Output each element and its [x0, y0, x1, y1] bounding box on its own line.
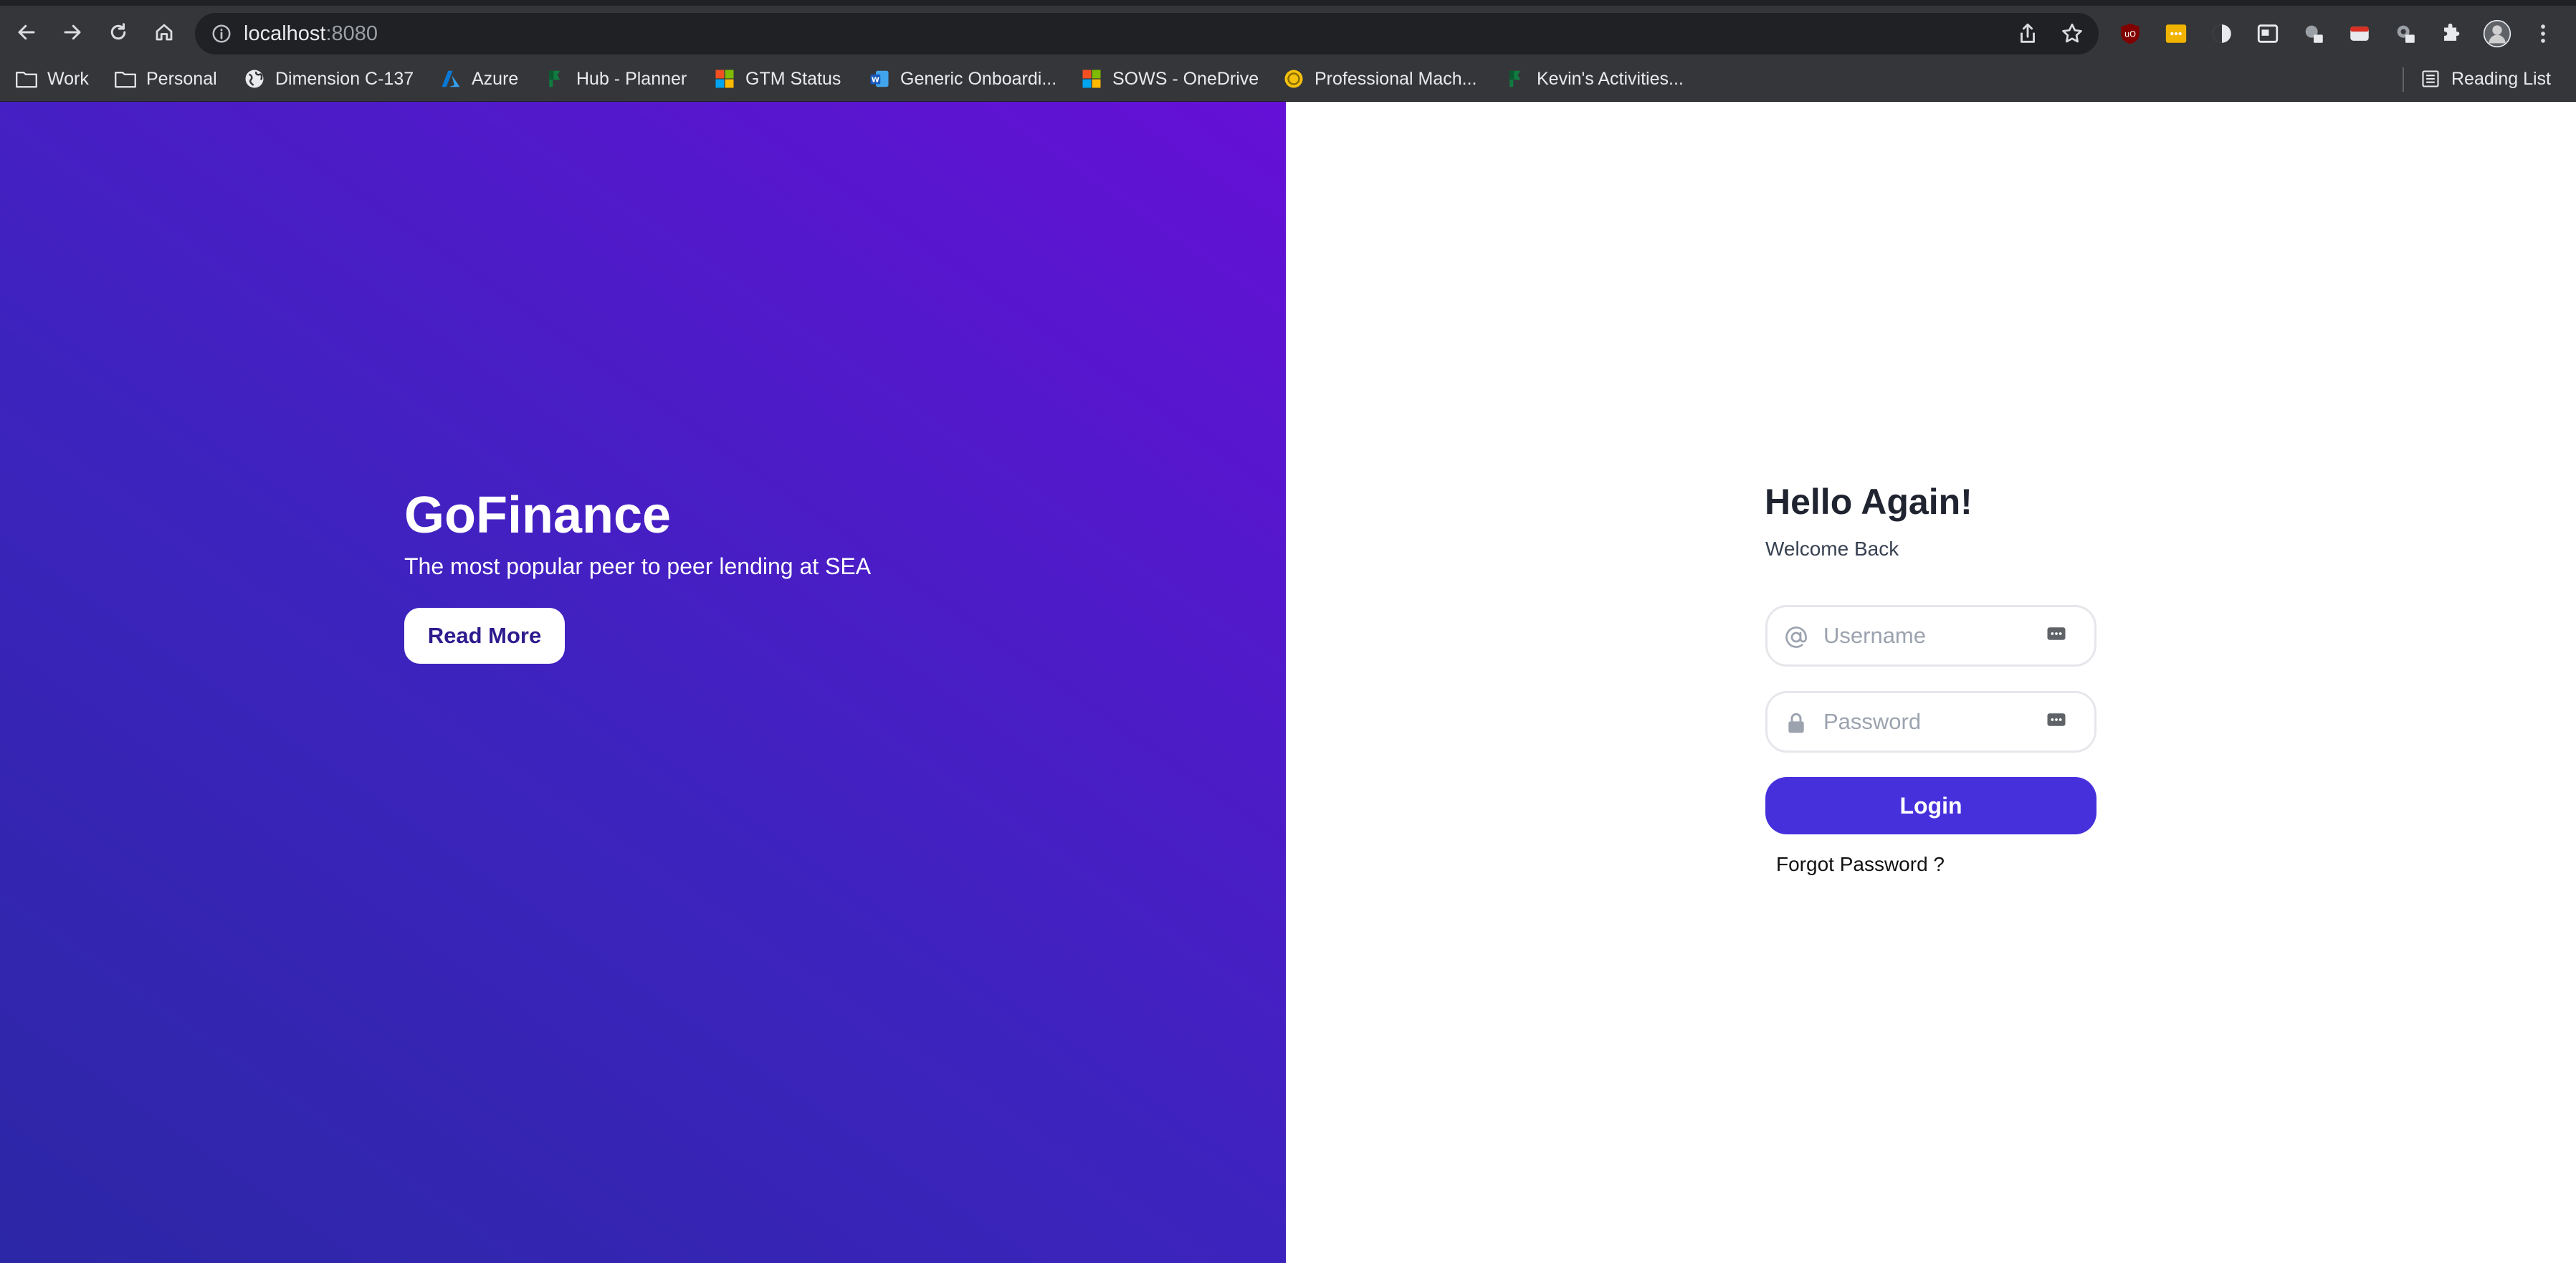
yellow-extension-icon[interactable] [2162, 19, 2190, 48]
forgot-password-link[interactable]: Forgot Password ? [1776, 852, 1945, 877]
login-button[interactable]: Login [1765, 777, 2096, 834]
microsoft-icon [1081, 68, 1102, 90]
star-icon[interactable] [2060, 22, 2084, 46]
url-text[interactable]: localhost:8080 [244, 23, 378, 44]
bookmark-label: GTM Status [745, 68, 841, 89]
password-manager-icon[interactable] [2046, 623, 2067, 644]
back-button[interactable] [10, 16, 43, 49]
bookmark-label: Hub - Planner [576, 68, 687, 89]
folder-icon [16, 68, 37, 90]
globe-icon [244, 68, 265, 90]
hero-subtitle: The most popular peer to peer lending at… [404, 553, 872, 579]
azure-icon [440, 68, 462, 90]
url-port: :8080 [325, 22, 378, 45]
avatar[interactable] [2483, 19, 2511, 48]
bookmark-label: Azure [472, 68, 519, 89]
lock-icon [1783, 710, 1809, 736]
ublock-extension-icon[interactable]: uO [2116, 19, 2145, 48]
kebab-menu-icon[interactable] [2529, 19, 2557, 48]
read-more-button[interactable]: Read More [404, 608, 565, 664]
bookmark-azure[interactable]: Azure [440, 65, 518, 93]
folder-icon [115, 68, 136, 90]
bookmarks-bar: Work Personal Dimension C-137 Azure Hub … [0, 57, 2576, 102]
bookmark-label: SOWS - OneDrive [1112, 68, 1259, 89]
login-subtitle: Welcome Back [1765, 538, 1899, 560]
arrow-right-icon [64, 24, 81, 40]
home-button[interactable] [148, 16, 181, 49]
reload-button[interactable] [102, 16, 135, 49]
bookmarks-divider [2403, 67, 2404, 92]
password-input[interactable] [1823, 705, 2031, 739]
bookmark-dimension[interactable]: Dimension C-137 [244, 65, 414, 93]
address-bar[interactable]: localhost:8080 [195, 13, 2099, 54]
bookmark-professional-mach[interactable]: Professional Mach... [1283, 65, 1477, 93]
browser-toolbar: localhost:8080 uO [0, 0, 2576, 57]
bookmark-label: Personal [146, 68, 217, 89]
bookmark-work[interactable]: Work [16, 65, 89, 93]
reload-icon [110, 23, 126, 40]
camera-extension-icon[interactable] [2299, 19, 2328, 48]
bookmark-generic-onboarding[interactable]: W Generic Onboardi... [869, 65, 1056, 93]
url-host: localhost [244, 22, 326, 45]
reading-list-label: Reading List [2451, 68, 2551, 89]
svg-text:W: W [872, 76, 879, 84]
hero-title: GoFinance [404, 487, 672, 544]
arrow-left-icon [18, 24, 35, 40]
username-input[interactable] [1823, 619, 2031, 653]
share-icon[interactable] [2016, 22, 2040, 46]
reading-list-icon [2420, 68, 2441, 90]
coin-icon [1283, 68, 1304, 90]
screenshot-extension-icon[interactable] [2345, 19, 2374, 48]
bookmark-label: Professional Mach... [1315, 68, 1477, 89]
bookmark-label: Generic Onboardi... [900, 68, 1057, 89]
planner-icon [1505, 68, 1527, 90]
puzzle-icon[interactable] [2437, 19, 2466, 48]
at-sign-icon [1783, 624, 1809, 650]
bookmark-label: Work [47, 68, 89, 89]
bookmark-hub-planner[interactable]: Hub - Planner [545, 65, 687, 93]
username-field[interactable] [1765, 605, 2096, 667]
login-title: Hello Again! [1765, 482, 1972, 522]
password-field[interactable] [1765, 691, 2096, 753]
home-icon [156, 24, 173, 41]
bookmark-sows-onedrive[interactable]: SOWS - OneDrive [1081, 65, 1259, 93]
bookmark-gtm-status[interactable]: GTM Status [714, 65, 841, 93]
reading-list-button[interactable]: Reading List [2420, 65, 2551, 93]
bookmark-kevins-activities[interactable]: Kevin's Activities... [1505, 65, 1684, 93]
microsoft-icon [714, 68, 735, 90]
contrast-extension-icon[interactable] [2208, 19, 2236, 48]
hero-panel [0, 102, 1286, 1263]
site-info-icon[interactable] [211, 23, 232, 44]
svg-text:uO: uO [2124, 29, 2136, 39]
forward-button[interactable] [56, 16, 89, 49]
word-icon: W [869, 68, 890, 90]
planner-icon [545, 68, 566, 90]
bookmark-label: Dimension C-137 [275, 68, 414, 89]
gear-extension-icon[interactable] [2391, 19, 2420, 48]
password-manager-icon[interactable] [2046, 709, 2067, 730]
window-extension-icon[interactable] [2253, 19, 2282, 48]
bookmark-label: Kevin's Activities... [1537, 68, 1684, 89]
bookmark-personal[interactable]: Personal [115, 65, 217, 93]
